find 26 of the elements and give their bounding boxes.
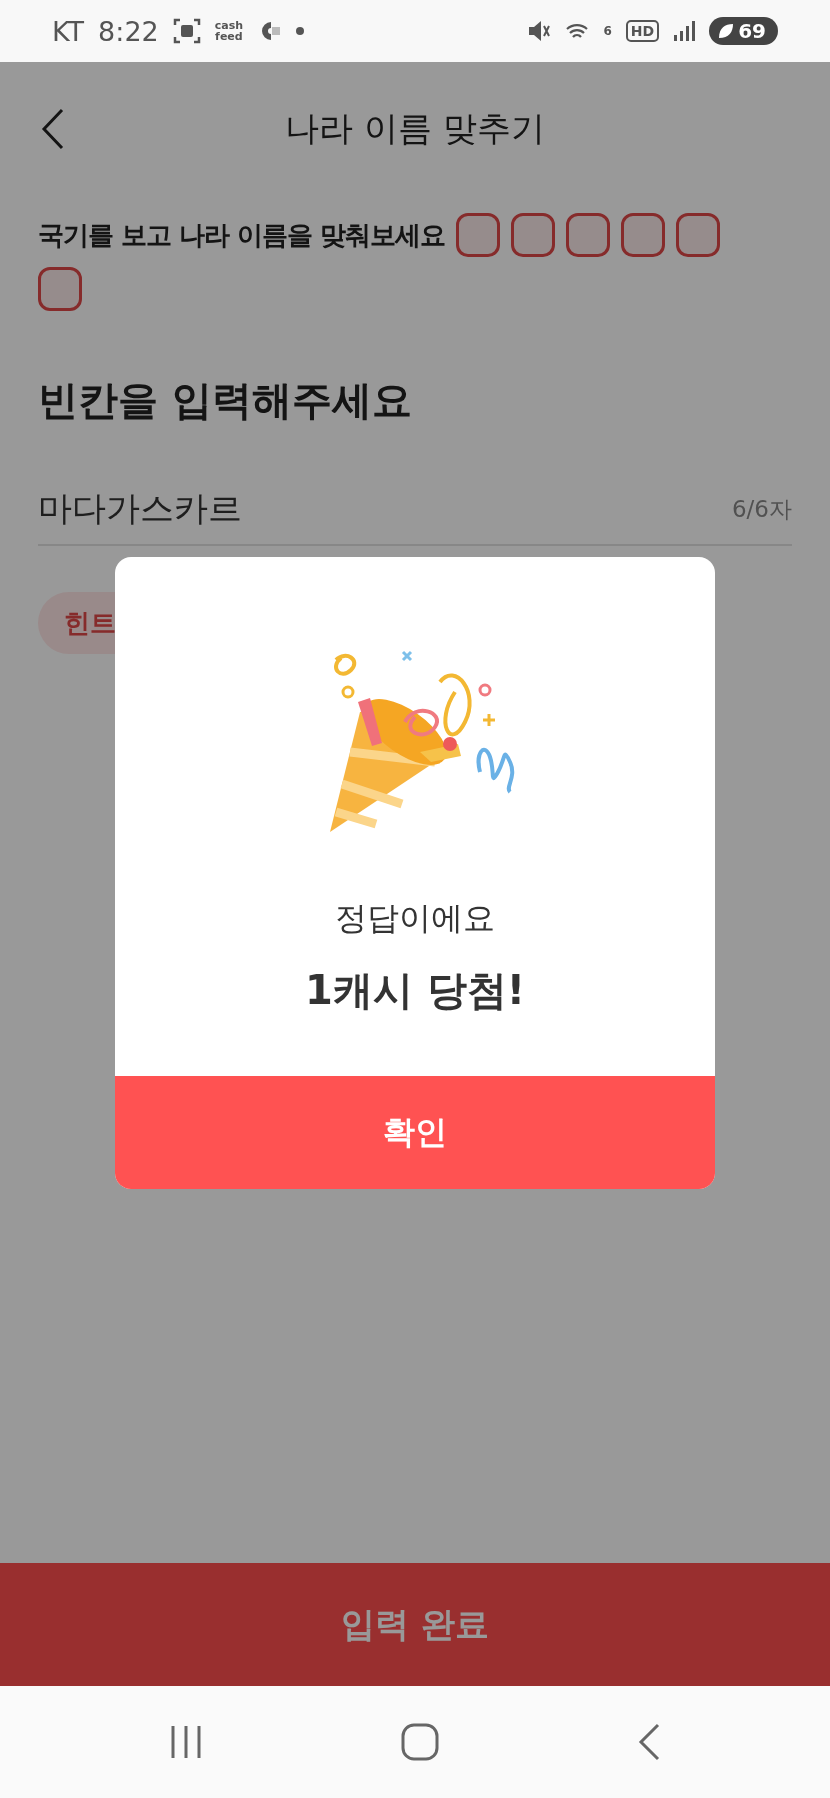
wifi-label: 6 [603,24,612,38]
result-message: 정답이에요 [335,898,495,939]
reward-text: 1캐시 당첨! [305,966,525,1015]
confirm-button[interactable]: 확인 [115,1076,715,1189]
signal-icon [673,20,696,42]
carrier-label: KT [52,15,85,47]
leaf-icon [717,22,736,40]
question-text: 국기를 보고 나라 이름을 맞춰보세요 [38,218,446,252]
screenshot-icon [172,17,201,45]
back-button[interactable] [40,106,66,151]
hd-label: HD [625,20,660,42]
battery-level: 69 [738,19,766,43]
back-icon [637,1723,661,1761]
back-icon [40,106,66,151]
home-icon [401,1723,439,1761]
character-counter: 6/6자 [732,494,792,524]
submit-button[interactable]: 입력 완료 [0,1563,830,1686]
recent-apps-icon [169,1724,203,1760]
app-badge-text: feed [214,31,244,42]
clock-time: 8:22 [98,15,159,47]
answer-input[interactable]: 마다가스카르 [38,489,538,529]
screen-title: 나라 이름 맞추기 [285,107,545,148]
dot-icon [295,26,306,36]
mute-icon [527,19,552,43]
section-heading: 빈칸을 입력해주세요 [38,376,413,425]
app-badge-text: cash [214,20,244,31]
